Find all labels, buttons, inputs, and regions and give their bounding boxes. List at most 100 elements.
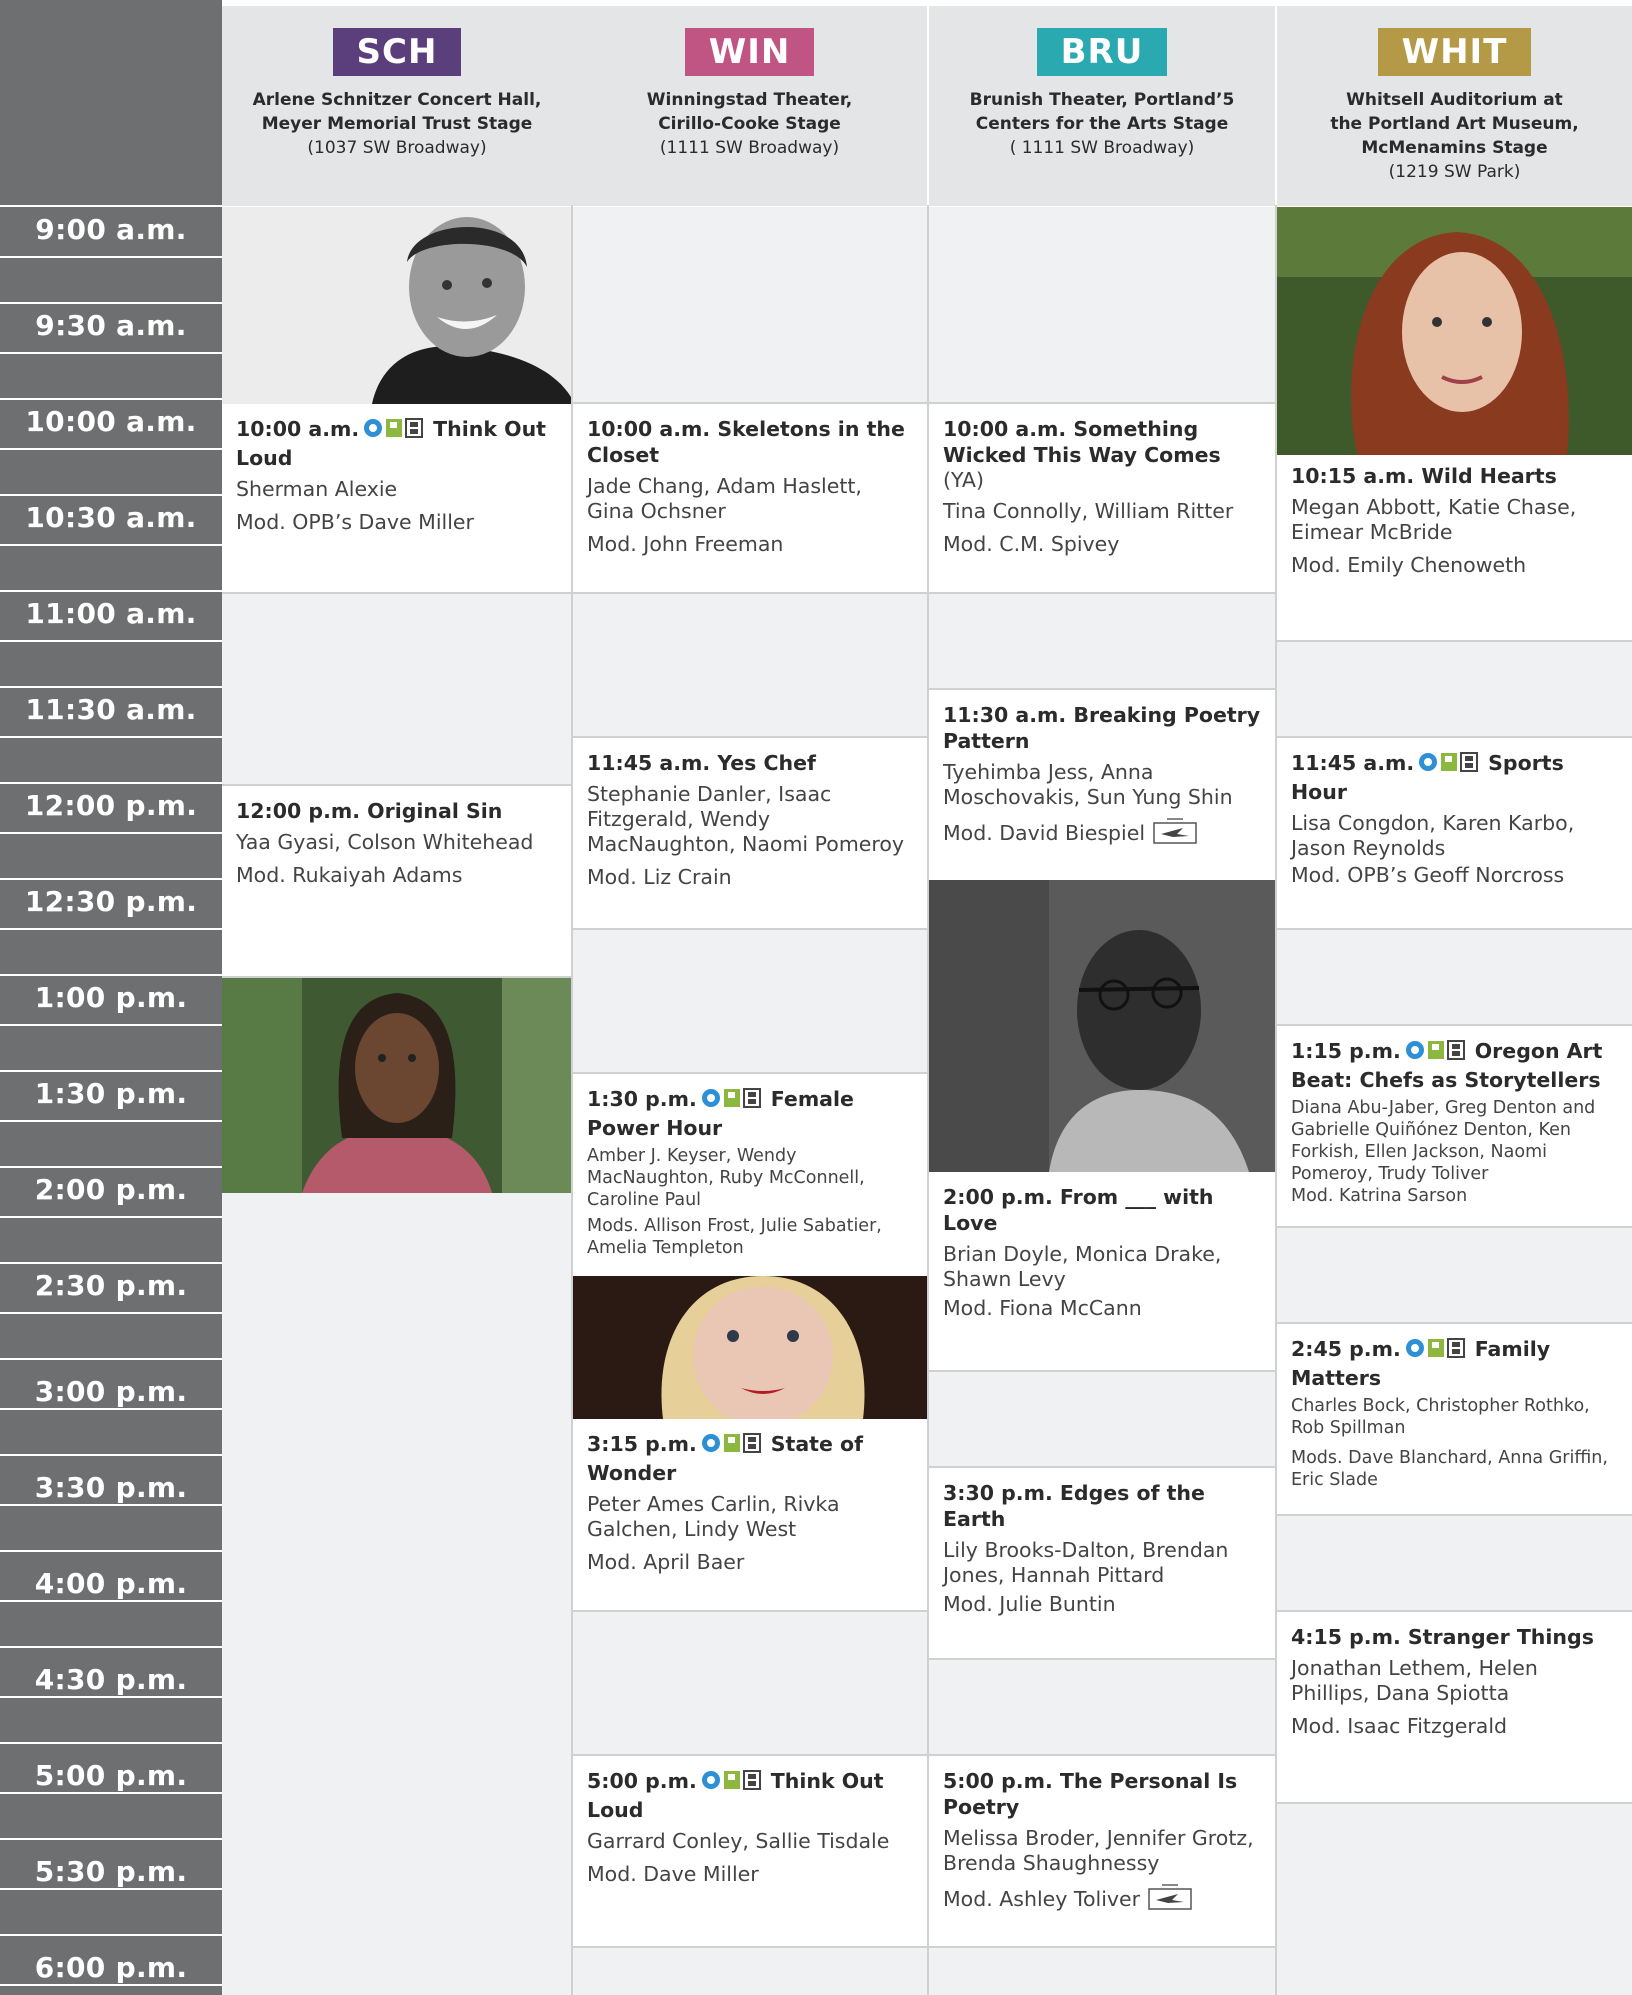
event-title: 2:45 p.m. Family Matters [1291, 1336, 1620, 1391]
event-card[interactable]: 5:00 p.m. Think Out Loud Garrard Conley, … [573, 1756, 927, 1948]
time-divider [0, 494, 222, 496]
event-title: 4:15 p.m. Stranger Things [1291, 1624, 1620, 1650]
event-title: 10:00 a.m. Think Out Loud [236, 416, 559, 471]
event-card[interactable]: 4:15 p.m. Stranger Things Jonathan Lethe… [1277, 1612, 1632, 1804]
event-participants: Diana Abu-Jaber, Greg Denton and Gabriel… [1291, 1098, 1596, 1184]
time-label: 1:00 p.m. [34, 981, 188, 1014]
event-card[interactable]: 10:00 a.m. Think Out Loud Sherman Alexie … [222, 404, 571, 594]
event-card[interactable]: 1:30 p.m. Female Power Hour Amber J. Keys… [573, 1074, 927, 1276]
event-participants: Brian Doyle, Monica Drake, Shawn Levy [943, 1242, 1222, 1291]
time-divider [0, 832, 222, 834]
venue-name-line: McMenamins Stage [1361, 138, 1548, 158]
venue-name-line: Centers for the Arts Stage [975, 114, 1229, 134]
author-photo-megan-abbott [1277, 207, 1632, 455]
event-title: 11:30 a.m. Breaking Poetry Pattern [943, 702, 1263, 754]
event-time: 1:30 p.m. [587, 1087, 697, 1111]
event-time: 5:00 p.m. [587, 1769, 697, 1793]
time-divider [0, 1166, 222, 1168]
time-label: 10:00 a.m. [25, 405, 197, 438]
event-time: 10:00 a.m. [236, 417, 360, 441]
time-divider [0, 352, 222, 354]
event-subtitle: (YA) [943, 468, 984, 492]
event-participants: Yaa Gyasi, Colson Whitehead [236, 830, 534, 854]
event-card[interactable]: 12:00 p.m. Original Sin Yaa Gyasi, Colso… [222, 786, 571, 978]
event-moderator: Mod. Emily Chenoweth [1291, 553, 1527, 577]
event-card[interactable]: 10:15 a.m. Wild Hearts Megan Abbott, Kat… [1277, 455, 1632, 642]
venue-address: ( 1111 SW Broadway) [1009, 138, 1195, 158]
event-participants: Charles Bock, Christopher Rothko, Rob Sp… [1291, 1396, 1590, 1438]
time-divider [0, 1312, 222, 1314]
event-card[interactable]: 1:15 p.m. Oregon Art Beat: Chefs as Story… [1277, 1026, 1632, 1228]
event-time: 3:30 p.m. [943, 1481, 1053, 1505]
event-participants: Peter Ames Carlin, Rivka Galchen, Lindy … [587, 1492, 840, 1541]
event-moderator: Mods. Allison Frost, Julie Sabatier, Ame… [587, 1216, 882, 1258]
author-portrait-image [1277, 207, 1632, 455]
time-label: 12:30 p.m. [24, 885, 198, 918]
festival-schedule: 9:00 a.m. 9:30 a.m. 10:00 a.m. 10:30 a.m… [0, 0, 1632, 1995]
author-photo-lindy-west [573, 1276, 927, 1419]
time-divider [0, 1216, 222, 1218]
time-divider [0, 1888, 222, 1890]
time-label: 3:30 p.m. [34, 1471, 188, 1504]
event-card[interactable]: 10:00 a.m. Something Wicked This Way Com… [929, 404, 1275, 594]
author-portrait-image [222, 978, 571, 1193]
event-card[interactable]: 5:00 p.m. The Personal Is Poetry Melissa… [929, 1756, 1275, 1948]
time-divider [0, 256, 222, 258]
time-divider [0, 1454, 222, 1456]
time-label: 10:30 a.m. [25, 501, 197, 534]
time-label: 5:30 p.m. [34, 1855, 188, 1888]
venue-header-sch: SCH Arlene Schnitzer Concert Hall, Meyer… [222, 6, 572, 206]
event-time: 10:00 a.m. [943, 417, 1067, 441]
opb-logo-icon [701, 1087, 765, 1115]
event-card[interactable]: 2:45 p.m. Family Matters Charles Bock, Ch… [1277, 1324, 1632, 1516]
event-participants: Lily Brooks-Dalton, Brendan Jones, Hanna… [943, 1538, 1229, 1587]
event-participants: Garrard Conley, Sallie Tisdale [587, 1829, 890, 1853]
event-participants: Lisa Congdon, Karen Karbo, Jason Reynold… [1291, 811, 1575, 860]
time-divider [0, 1024, 222, 1026]
opb-logo-icon [1405, 1039, 1469, 1067]
event-moderator: Mod. OPB’s Dave Miller [236, 510, 474, 534]
event-moderator: Mod. Dave Miller [587, 1862, 759, 1886]
author-photo-tyehimba-jess [929, 880, 1275, 1172]
event-title: 3:30 p.m. Edges of the Earth [943, 1480, 1263, 1532]
venue-address: (1111 SW Broadway) [659, 138, 840, 158]
event-moderator: Mod. Isaac Fitzgerald [1291, 1714, 1508, 1738]
venue-address: (1037 SW Broadway) [307, 138, 487, 158]
event-card[interactable]: 11:45 a.m. Yes Chef Stephanie Danler, Is… [573, 738, 927, 930]
event-moderator: Mod. April Baer [587, 1550, 745, 1574]
event-card[interactable]: 11:30 a.m. Breaking Poetry Pattern Tyehi… [929, 690, 1275, 880]
event-moderator: Mod. Fiona McCann [943, 1296, 1142, 1320]
empty-slot [929, 207, 1275, 404]
time-divider [0, 1934, 222, 1936]
event-card[interactable]: 10:00 a.m. Skeletons in the Closet Jade … [573, 404, 927, 594]
empty-slot [222, 1193, 571, 1995]
event-time: 2:45 p.m. [1291, 1337, 1401, 1361]
event-moderator: Mods. Dave Blanchard, Anna Griffin, Eric… [1291, 1448, 1608, 1490]
event-title: 5:00 p.m. Think Out Loud [587, 1768, 915, 1823]
venue-code-badge: SCH [332, 28, 462, 76]
time-divider [0, 544, 222, 546]
event-card[interactable]: 2:00 p.m. From ___ with Love Brian Doyle… [929, 1172, 1275, 1372]
empty-slot [573, 1612, 927, 1756]
author-photo-sherman-alexie [222, 207, 571, 404]
author-portrait-image [929, 880, 1275, 1172]
event-moderator: Mod. C.M. Spivey [943, 532, 1120, 556]
event-participants: Jade Chang, Adam Haslett, Gina Ochsner [587, 474, 862, 523]
event-time: 10:15 a.m. [1291, 464, 1415, 488]
time-divider [0, 782, 222, 784]
event-card[interactable]: 3:30 p.m. Edges of the Earth Lily Brooks… [929, 1468, 1275, 1660]
event-participants: Stephanie Danler, Isaac Fitzgerald, Wend… [587, 782, 905, 856]
event-card[interactable]: 11:45 a.m. Sports Hour Lisa Congdon, Kare… [1277, 738, 1632, 930]
event-moderator: Mod. Julie Buntin [943, 1592, 1116, 1616]
time-label: 11:30 a.m. [25, 693, 197, 726]
time-divider [0, 1838, 222, 1840]
time-divider [0, 1696, 222, 1698]
event-participants: Amber J. Keyser, Wendy MacNaughton, Ruby… [587, 1146, 865, 1210]
time-divider [0, 205, 222, 207]
poetry-foundation-logo-icon [1153, 818, 1197, 852]
venue-code-badge: BRU [1036, 28, 1168, 76]
venue-name-line: Cirillo-Cooke Stage [658, 114, 841, 134]
event-card[interactable]: 3:15 p.m. State of Wonder Peter Ames Carl… [573, 1419, 927, 1612]
time-label: 4:30 p.m. [34, 1663, 188, 1696]
time-column: 9:00 a.m. 9:30 a.m. 10:00 a.m. 10:30 a.m… [0, 0, 222, 1995]
